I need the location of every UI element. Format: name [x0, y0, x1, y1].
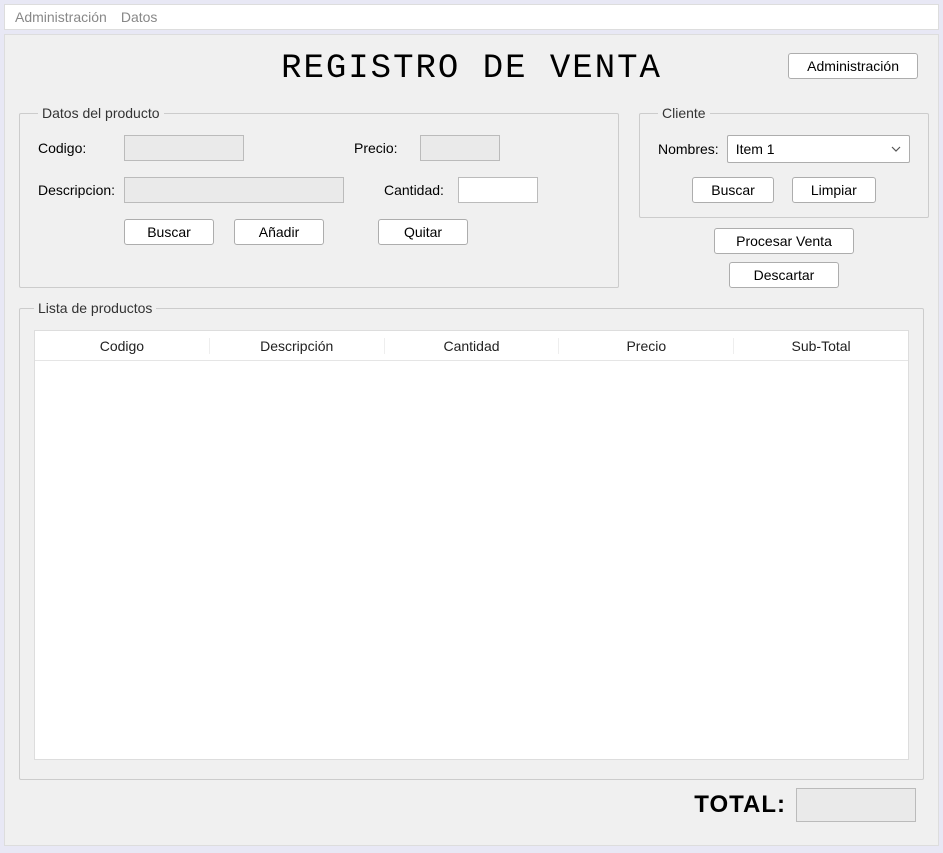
menu-datos[interactable]: Datos [121, 9, 158, 25]
buscar-producto-button[interactable]: Buscar [124, 219, 214, 245]
limpiar-cliente-button[interactable]: Limpiar [792, 177, 876, 203]
cliente-legend: Cliente [658, 105, 710, 121]
total-input [796, 788, 916, 822]
nombres-selected-text: Item 1 [736, 141, 891, 157]
precio-label: Precio: [354, 140, 414, 156]
page-title: REGISTRO DE VENTA [281, 50, 662, 88]
anadir-button[interactable]: Añadir [234, 219, 324, 245]
col-codigo[interactable]: Codigo [35, 338, 210, 354]
table-header: Codigo Descripción Cantidad Precio Sub-T… [35, 331, 908, 361]
codigo-label: Codigo: [38, 140, 118, 156]
productos-table: Codigo Descripción Cantidad Precio Sub-T… [34, 330, 909, 760]
codigo-input[interactable] [124, 135, 244, 161]
cliente-group: Cliente Nombres: Item 1 Buscar Limpiar [639, 105, 929, 218]
header-row: REGISTRO DE VENTA Administración [19, 45, 924, 93]
cantidad-label: Cantidad: [384, 182, 452, 198]
menubar: Administración Datos [4, 4, 939, 30]
right-actions: Procesar Venta Descartar [639, 228, 929, 288]
main-panel: REGISTRO DE VENTA Administración Datos d… [4, 34, 939, 846]
nombres-select[interactable]: Item 1 [727, 135, 910, 163]
descartar-button[interactable]: Descartar [729, 262, 839, 288]
total-row: TOTAL: [19, 788, 924, 822]
nombres-label: Nombres: [658, 141, 719, 157]
col-descripcion[interactable]: Descripción [210, 338, 385, 354]
buscar-cliente-button[interactable]: Buscar [692, 177, 774, 203]
total-label: TOTAL: [694, 791, 786, 819]
descripcion-label: Descripcion: [38, 182, 118, 198]
col-cantidad[interactable]: Cantidad [385, 338, 560, 354]
chevron-down-icon [891, 144, 901, 154]
administracion-button[interactable]: Administración [788, 53, 918, 79]
lista-group: Lista de productos Codigo Descripción Ca… [19, 300, 924, 780]
descripcion-input[interactable] [124, 177, 344, 203]
col-subtotal[interactable]: Sub-Total [734, 338, 908, 354]
cantidad-input[interactable] [458, 177, 538, 203]
procesar-venta-button[interactable]: Procesar Venta [714, 228, 854, 254]
menu-administracion[interactable]: Administración [15, 9, 107, 25]
precio-input[interactable] [420, 135, 500, 161]
col-precio[interactable]: Precio [559, 338, 734, 354]
producto-legend: Datos del producto [38, 105, 164, 121]
producto-group: Datos del producto Codigo: Precio: Descr… [19, 105, 619, 288]
quitar-button[interactable]: Quitar [378, 219, 468, 245]
lista-legend: Lista de productos [34, 300, 156, 316]
